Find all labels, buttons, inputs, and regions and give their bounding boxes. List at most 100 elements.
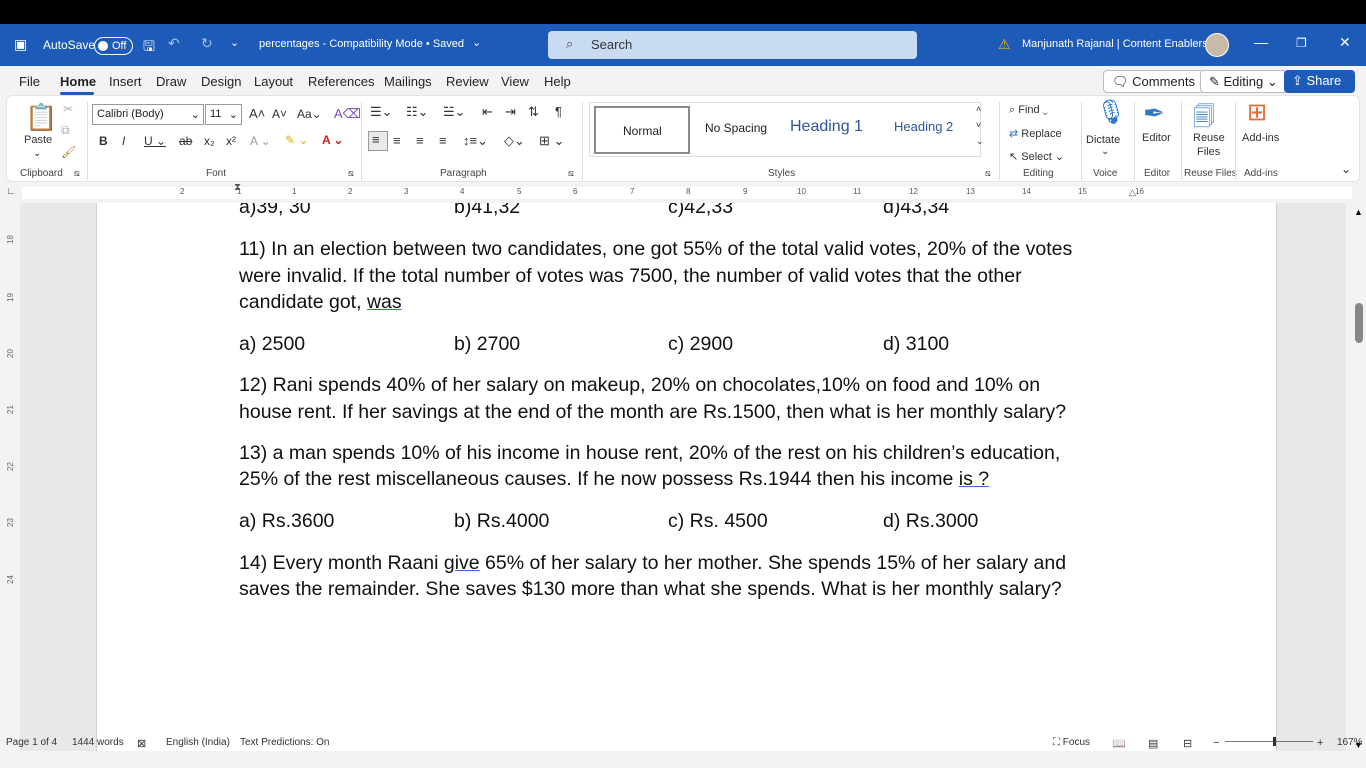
select-button[interactable]: ↖ Select ⌄ bbox=[1009, 150, 1064, 163]
tab-help[interactable]: Help bbox=[544, 74, 571, 89]
zoom-in-icon[interactable]: + bbox=[1317, 737, 1323, 749]
document-page[interactable]: a)39, 30 b)41,32 c)42,33 d)43,34 11) In … bbox=[96, 203, 1277, 751]
underline-icon[interactable]: U ⌄ bbox=[144, 134, 166, 148]
tab-mailings[interactable]: Mailings bbox=[384, 74, 432, 89]
align-right-icon[interactable]: ≡ bbox=[416, 133, 424, 148]
dialog-launcher-icon[interactable]: ⧅ bbox=[348, 168, 354, 179]
line-spacing-icon[interactable]: ↕≡⌄ bbox=[463, 133, 488, 149]
align-left-icon[interactable]: ≡ bbox=[368, 131, 388, 151]
tab-design[interactable]: Design bbox=[201, 74, 241, 89]
bold-icon[interactable]: B bbox=[99, 134, 108, 148]
multilevel-list-icon[interactable]: ☱⌄ bbox=[443, 104, 466, 120]
minimize-icon[interactable]: — bbox=[1254, 34, 1268, 50]
page-count[interactable]: Page 1 of 4 bbox=[6, 737, 57, 748]
autosave-toggle[interactable]: Off bbox=[94, 37, 133, 55]
focus-button[interactable]: ⛶ Focus bbox=[1053, 737, 1090, 748]
word-count[interactable]: 1444 words bbox=[72, 737, 124, 748]
addins-icon[interactable]: ⊞ bbox=[1247, 98, 1267, 127]
text-effects-icon[interactable]: A ⌄ bbox=[250, 134, 271, 148]
language[interactable]: English (India) bbox=[166, 737, 230, 748]
tab-layout[interactable]: Layout bbox=[254, 74, 293, 89]
dialog-launcher-icon[interactable]: ⧅ bbox=[74, 168, 80, 179]
editor-icon[interactable]: ✒ bbox=[1143, 98, 1165, 129]
dialog-launcher-icon[interactable]: ⧅ bbox=[985, 168, 991, 179]
superscript-icon[interactable]: x² bbox=[226, 134, 236, 148]
share-button[interactable]: ⇪ Share ⌄ bbox=[1284, 70, 1355, 104]
collapse-ribbon-icon[interactable]: ⌄ bbox=[1341, 162, 1351, 176]
format-painter-icon[interactable]: 🖌 bbox=[61, 145, 76, 159]
editor-label[interactable]: Editor bbox=[1142, 132, 1171, 144]
zoom-level[interactable]: 167% bbox=[1337, 737, 1363, 748]
numbering-icon[interactable]: ☷⌄ bbox=[406, 104, 429, 120]
tab-draw[interactable]: Draw bbox=[156, 74, 186, 89]
read-mode-icon[interactable]: 📖 bbox=[1112, 737, 1126, 750]
bullets-icon[interactable]: ☰⌄ bbox=[370, 104, 393, 120]
styles-scroll-down-icon[interactable]: ˅ bbox=[976, 120, 981, 130]
increase-indent-icon[interactable]: ⇥ bbox=[505, 104, 516, 120]
redo-icon[interactable]: ↻ bbox=[201, 35, 213, 52]
customize-qat-icon[interactable]: ⌄ bbox=[230, 36, 239, 49]
style-no-spacing[interactable]: No Spacing bbox=[705, 121, 767, 135]
restore-icon[interactable]: ❐ bbox=[1296, 36, 1307, 50]
tab-insert[interactable]: Insert bbox=[109, 74, 142, 89]
user-name[interactable]: Manjunath Rajanal | Content Enablers bbox=[1022, 38, 1208, 50]
paste-label[interactable]: Paste bbox=[24, 134, 52, 146]
tab-review[interactable]: Review bbox=[446, 74, 489, 89]
replace-button[interactable]: ⇄ Replace bbox=[1009, 127, 1062, 140]
styles-scroll-up-icon[interactable]: ˄ bbox=[976, 104, 981, 114]
align-center-icon[interactable]: ≡ bbox=[393, 133, 401, 148]
close-icon[interactable]: ✕ bbox=[1339, 34, 1351, 51]
chevron-down-icon[interactable]: ⌄ bbox=[472, 36, 481, 49]
subscript-icon[interactable]: x₂ bbox=[204, 134, 215, 148]
tab-home[interactable]: Home bbox=[60, 74, 96, 89]
style-normal[interactable]: Normal bbox=[594, 106, 690, 154]
addins-label[interactable]: Add-ins bbox=[1242, 132, 1279, 144]
font-name-combo[interactable]: Calibri (Body) ⌄ bbox=[92, 104, 204, 125]
tab-references[interactable]: References bbox=[308, 74, 374, 89]
cut-icon[interactable]: ✂ bbox=[63, 102, 73, 116]
tab-selector-icon[interactable]: ∟ bbox=[6, 186, 16, 197]
shrink-font-icon[interactable]: A˅ bbox=[272, 107, 287, 121]
tab-view[interactable]: View bbox=[501, 74, 529, 89]
chevron-down-icon[interactable]: ⌄ bbox=[33, 148, 41, 159]
zoom-out-icon[interactable]: − bbox=[1213, 737, 1219, 749]
dialog-launcher-icon[interactable]: ⧅ bbox=[568, 168, 574, 179]
clipboard-icon[interactable]: 📋 bbox=[25, 102, 57, 133]
scrollbar-thumb[interactable] bbox=[1355, 303, 1363, 343]
sort-icon[interactable]: ⇅ bbox=[528, 104, 539, 120]
italic-icon[interactable]: I bbox=[122, 134, 125, 148]
chevron-down-icon[interactable]: ⌄ bbox=[1101, 146, 1109, 157]
style-heading-2[interactable]: Heading 2 bbox=[894, 119, 953, 134]
vertical-scrollbar[interactable]: ▲ ▼ bbox=[1349, 203, 1366, 751]
editing-mode-button[interactable]: ✎ Editing ⌄ bbox=[1200, 70, 1287, 93]
text-predictions[interactable]: Text Predictions: On bbox=[240, 737, 329, 748]
change-case-icon[interactable]: Aa⌄ bbox=[297, 107, 322, 121]
save-icon[interactable]: 🖫 bbox=[143, 36, 155, 60]
show-formatting-icon[interactable]: ¶ bbox=[555, 104, 562, 119]
scroll-up-icon[interactable]: ▲ bbox=[1354, 207, 1363, 217]
warning-icon[interactable]: ⚠ bbox=[998, 36, 1011, 53]
microphone-icon[interactable]: 🎙 bbox=[1096, 98, 1126, 127]
strikethrough-icon[interactable]: ab bbox=[179, 134, 192, 148]
highlight-icon[interactable]: ✎ ⌄ bbox=[285, 133, 308, 147]
web-layout-icon[interactable]: ⊟ bbox=[1183, 737, 1192, 750]
font-color-icon[interactable]: A ⌄ bbox=[322, 133, 344, 147]
style-heading-1[interactable]: Heading 1 bbox=[790, 118, 863, 136]
avatar[interactable] bbox=[1205, 33, 1229, 57]
undo-icon[interactable]: ↶ bbox=[168, 35, 180, 52]
dictate-label[interactable]: Dictate bbox=[1086, 134, 1120, 146]
zoom-slider[interactable] bbox=[1225, 741, 1313, 742]
search-box[interactable]: ⌕ Search bbox=[548, 31, 917, 59]
styles-more-icon[interactable]: ⌄ bbox=[976, 136, 984, 147]
clear-formatting-icon[interactable]: A⌫ bbox=[334, 106, 361, 122]
justify-icon[interactable]: ≡ bbox=[439, 133, 447, 148]
zoom-slider-thumb[interactable] bbox=[1273, 737, 1276, 746]
copy-icon[interactable]: ⧉ bbox=[61, 123, 70, 138]
grow-font-icon[interactable]: A˄ bbox=[249, 106, 265, 121]
print-layout-icon[interactable]: ▤ bbox=[1148, 737, 1158, 750]
shading-icon[interactable]: ◇⌄ bbox=[504, 133, 525, 149]
find-button[interactable]: ⌕ Find ⌄ bbox=[1009, 104, 1048, 117]
comments-button[interactable]: 🗨 Comments bbox=[1103, 70, 1204, 93]
proofing-icon[interactable]: ⊠ bbox=[137, 737, 146, 750]
tab-file[interactable]: File bbox=[19, 74, 40, 89]
